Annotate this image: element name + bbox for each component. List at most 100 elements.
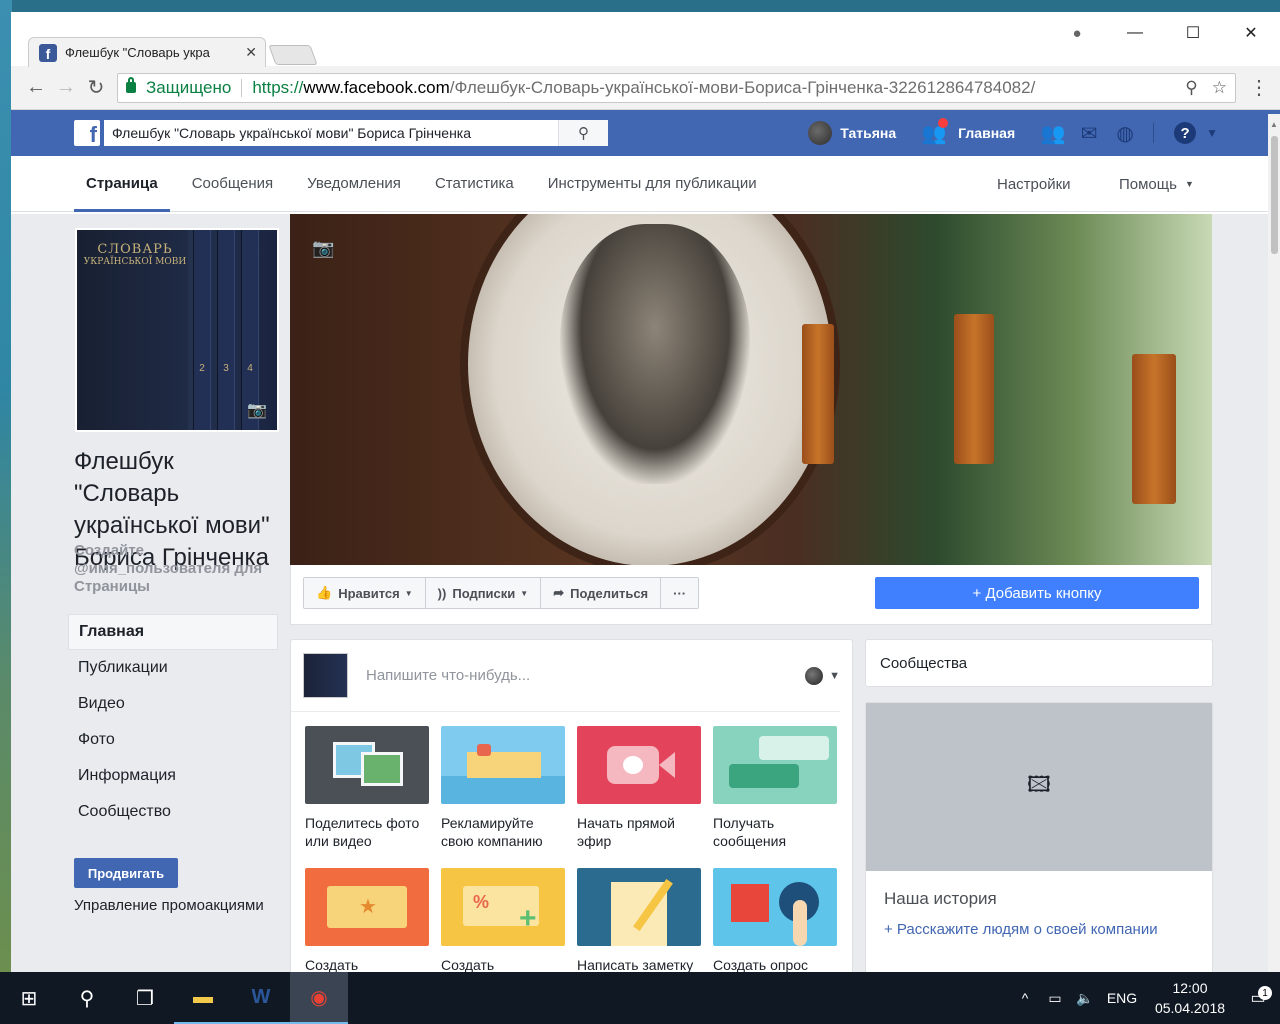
manage-promotions-link[interactable]: Управление промоакциями (74, 897, 264, 914)
tile-create-offer[interactable]: % + Создать предложение (441, 868, 565, 972)
share-label: Поделиться (570, 585, 649, 601)
chrome-icon[interactable]: ◉ (290, 972, 348, 1024)
facebook-header: f Флешбук "Словарь української мови" Бор… (11, 110, 1280, 156)
tab-insights[interactable]: Статистика (423, 156, 526, 212)
network-icon[interactable]: ▭ (1040, 990, 1070, 1007)
file-explorer-icon[interactable]: ▬ (174, 972, 232, 1024)
tile-label: Рекламируйте свою компанию (441, 815, 543, 849)
language-indicator[interactable]: ENG (1100, 990, 1144, 1006)
profile-picture[interactable]: СЛОВАРЬ УКРАЇНСЬКОЇ МОВИ 2 3 4 📷 (75, 228, 279, 432)
create-username-link[interactable]: Создайте @имя_пользователя для Страницы (74, 542, 284, 596)
share-button[interactable]: ➦ Поделиться (541, 578, 662, 608)
notification-dot (938, 117, 949, 128)
tab-publishing-tools[interactable]: Инструменты для публикации (536, 156, 769, 212)
back-button[interactable]: ← (21, 73, 51, 103)
tile-create-poll[interactable]: Создать опрос (713, 868, 837, 972)
tile-label: Создать мероприятие (305, 957, 359, 972)
tile-go-live[interactable]: Начать прямой эфир (577, 726, 701, 854)
tile-advertise-business[interactable]: Рекламируйте свою компанию (441, 726, 565, 854)
task-view-icon[interactable]: ❐ (116, 972, 174, 1024)
browser-menu-icon[interactable]: ⋮ (1246, 75, 1272, 100)
nav-community[interactable]: Сообщество (68, 794, 278, 830)
home-link[interactable]: Главная (958, 125, 1015, 141)
avatar[interactable] (808, 121, 833, 145)
like-button[interactable]: 👍 Нравится ▼ (304, 578, 426, 608)
volume-icon[interactable]: 🔈 (1070, 990, 1100, 1007)
account-menu-caret-icon[interactable]: ▼ (1206, 126, 1218, 140)
url-host: www.facebook.com (303, 77, 450, 97)
jar-shape (477, 744, 491, 756)
maximize-button[interactable]: ☐ (1164, 20, 1222, 46)
search-input[interactable]: Флешбук "Словарь української мови" Борис… (112, 125, 558, 141)
post-as-selector[interactable]: ▼ (805, 666, 840, 685)
more-button[interactable]: ··· (661, 578, 698, 608)
secure-label: Защищено (146, 77, 232, 97)
promote-button[interactable]: Продвигать (74, 858, 178, 888)
plus-icon: + (519, 902, 537, 935)
tab-messages[interactable]: Сообщения (180, 156, 285, 212)
star-icon: ★ (359, 896, 377, 918)
close-window-button[interactable]: ✕ (1222, 20, 1280, 46)
community-card[interactable]: Сообщества (865, 639, 1213, 687)
clock[interactable]: 12:00 05.04.2018 (1144, 978, 1236, 1018)
tab-close-icon[interactable]: ✕ (245, 44, 257, 61)
facebook-search[interactable]: Флешбук "Словарь української мови" Борис… (104, 120, 608, 146)
user-name-link[interactable]: Татьяна (840, 125, 896, 141)
bookmark-star-icon[interactable]: ☆ (1212, 78, 1227, 98)
help-icon[interactable]: ? (1174, 122, 1197, 144)
story-link[interactable]: + Расскажите людям о своей компании (866, 909, 1212, 938)
facebook-logo-icon[interactable]: f (74, 120, 100, 146)
ticket-icon: ★ (305, 868, 429, 946)
like-label: Нравится (338, 585, 400, 601)
story-photo-placeholder[interactable]: 🖾 (866, 703, 1212, 871)
search-icon[interactable]: ⚲ (58, 972, 116, 1024)
friend-requests-icon[interactable]: 👥 (916, 117, 952, 146)
page-action-bar: 👍 Нравится ▼ )) Подписки ▼ ➦ Поделиться ··· +… (290, 565, 1212, 625)
tray-chevron-up-icon[interactable]: ^ (1010, 990, 1040, 1006)
add-button-button[interactable]: + Добавить кнопку (875, 577, 1199, 609)
camera-icon[interactable]: 📷 (247, 400, 267, 420)
word-icon[interactable]: W (232, 972, 290, 1024)
tab-notifications[interactable]: Уведомления (295, 156, 413, 212)
tile-get-messages[interactable]: Получать сообщения (713, 726, 837, 854)
hand-shape (793, 900, 807, 946)
address-bar[interactable]: Защищено https://www.facebook.com/Флешбу… (117, 72, 1236, 103)
friends-icon[interactable]: 👥 (1035, 121, 1071, 146)
tile-create-event[interactable]: ★ Создать мероприятие (305, 868, 429, 972)
tile-share-photo-video[interactable]: Поделитесь фото или видео (305, 726, 429, 854)
forward-button[interactable]: → (51, 73, 81, 103)
browser-window: f Флешбук "Словарь укра ✕ ● — ☐ ✕ ← → ↻ … (11, 12, 1280, 972)
minimize-button[interactable]: — (1106, 20, 1164, 46)
browser-tab[interactable]: f Флешбук "Словарь укра ✕ (28, 37, 266, 67)
notifications-globe-icon[interactable]: ◍ (1107, 121, 1143, 146)
eye-shape (623, 756, 643, 774)
nav-photos[interactable]: Фото (68, 722, 278, 758)
tile-write-note[interactable]: Написать заметку (577, 868, 701, 972)
tab-page[interactable]: Страница (74, 156, 170, 212)
nav-posts[interactable]: Публикации (68, 650, 278, 686)
tab-settings[interactable]: Настройки (997, 156, 1071, 212)
zoom-icon[interactable]: ⚲ (1185, 78, 1197, 98)
nav-about[interactable]: Информация (68, 758, 278, 794)
start-button[interactable]: ⊞ (0, 972, 58, 1024)
cover-photo[interactable]: 📷 (290, 214, 1212, 565)
nav-videos[interactable]: Видео (68, 686, 278, 722)
action-center-icon[interactable]: ▭ 1 (1236, 986, 1280, 1008)
scroll-up-icon[interactable]: ▲ (1270, 120, 1278, 129)
reload-button[interactable]: ↻ (81, 73, 111, 103)
camera-icon[interactable]: 📷 (312, 238, 334, 259)
scrollbar-thumb[interactable] (1271, 136, 1278, 254)
new-tab-button[interactable] (268, 45, 318, 65)
video-shape (361, 752, 403, 786)
search-icon[interactable]: ⚲ (558, 120, 608, 146)
scrollbar[interactable]: ▲ (1268, 114, 1280, 972)
follow-button[interactable]: )) Подписки ▼ (426, 578, 542, 608)
facebook-favicon-icon: f (39, 43, 57, 62)
tab-help[interactable]: Помощь ▼ (1119, 156, 1194, 212)
composer-input[interactable]: Напишите что-нибудь... (366, 667, 805, 684)
nav-home[interactable]: Главная (68, 614, 278, 650)
messenger-icon[interactable]: ✉ (1071, 121, 1107, 146)
bubble-shape (759, 736, 829, 760)
book-title: СЛОВАРЬ (97, 242, 173, 257)
profile-icon[interactable]: ● (1048, 20, 1106, 46)
